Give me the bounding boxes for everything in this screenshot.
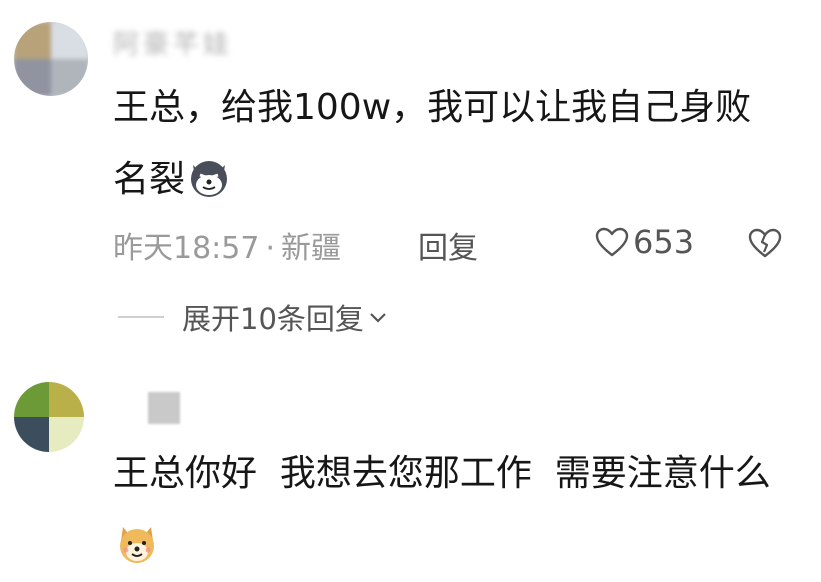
comment-meta: 昨天18:57 · 新疆 bbox=[113, 223, 341, 267]
reply-button[interactable]: 回复 bbox=[418, 223, 478, 267]
comment-item: 王总你好 我想去您那工作 需要注意什么 bbox=[0, 370, 821, 577]
avatar[interactable] bbox=[14, 382, 84, 452]
chevron-down-icon bbox=[370, 313, 386, 323]
dislike-button[interactable] bbox=[748, 228, 782, 262]
avatar[interactable] bbox=[14, 22, 88, 96]
heart-icon bbox=[595, 227, 629, 257]
comment-text: 王总你好 我想去您那工作 需要注意什么 bbox=[113, 438, 781, 582]
expand-replies-button[interactable]: 展开10条回复 bbox=[118, 296, 388, 338]
like-count: 653 bbox=[633, 223, 695, 261]
like-button[interactable]: 653 bbox=[595, 223, 694, 261]
doge-emoji-icon bbox=[120, 527, 154, 563]
meta-separator: · bbox=[265, 231, 276, 266]
broken-heart-icon bbox=[748, 228, 782, 258]
comment-text-content: 王总你好 我想去您那工作 需要注意什么 bbox=[113, 453, 771, 494]
username[interactable] bbox=[148, 392, 180, 424]
divider-line bbox=[118, 316, 164, 318]
comment-item: 阿豪芊娃 王总，给我100w，我可以让我自己身败名裂 昨天18:57 · 新疆 回复… bbox=[0, 0, 821, 350]
expand-replies-label: 展开10条回复 bbox=[182, 302, 364, 336]
comment-location: 新疆 bbox=[281, 231, 342, 266]
husky-emoji-icon bbox=[191, 161, 228, 197]
comment-time: 昨天18:57 bbox=[113, 231, 260, 266]
username[interactable]: 阿豪芊娃 bbox=[113, 24, 233, 61]
comment-text: 王总，给我100w，我可以让我自己身败名裂 bbox=[113, 72, 781, 216]
